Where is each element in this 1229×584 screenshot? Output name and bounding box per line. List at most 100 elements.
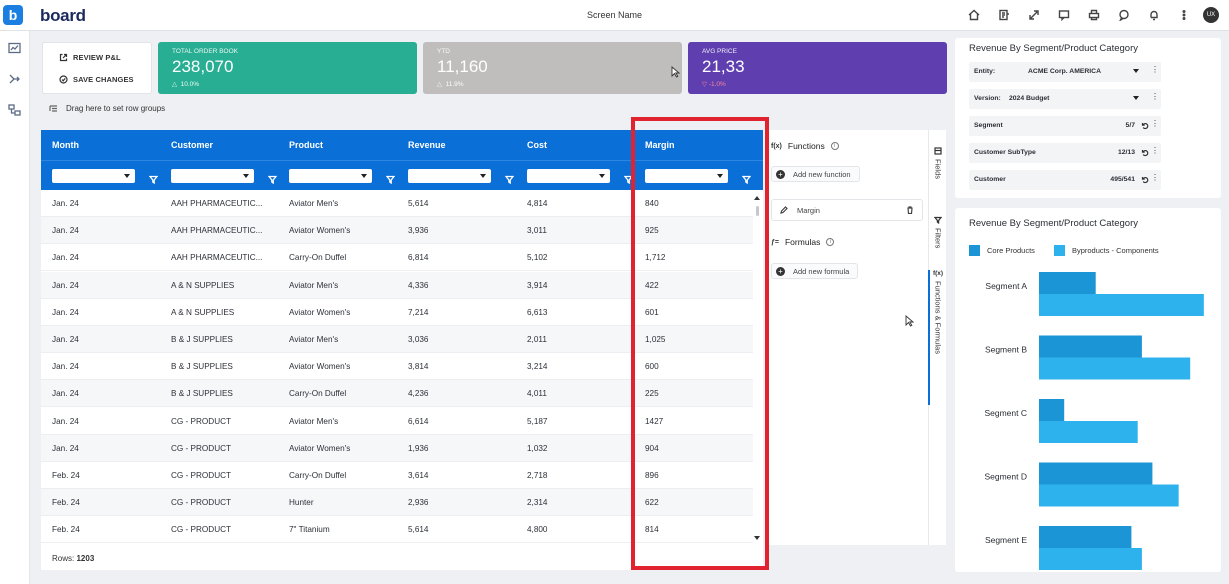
function-icon: f(x) — [771, 142, 782, 150]
kpi-card-total-order-book[interactable]: TOTAL ORDER BOOK 238,070 △ 10.0% — [158, 42, 417, 94]
filter-select-month[interactable] — [52, 169, 135, 183]
filter-icon[interactable] — [623, 171, 634, 185]
bar-core-products-segment-b[interactable] — [1039, 335, 1142, 358]
bar-core-products-segment-a[interactable] — [1039, 272, 1096, 294]
cell-month: Jan. 24 — [52, 199, 79, 208]
table-row[interactable]: Feb. 24 CG - PRODUCT Carry-On Duffel 3,614 2… — [41, 462, 753, 489]
table-row[interactable]: Jan. 24 AAH PHARMACEUTIC... Aviator Men's 5… — [41, 190, 753, 217]
table-row[interactable]: Jan. 24 A & N SUPPLIES Aviator Men's 4,336 3… — [41, 271, 753, 299]
selector-version[interactable]: Version: 2024 Budget ⋮ — [969, 89, 1161, 109]
info-icon[interactable]: i — [826, 238, 835, 246]
trash-icon[interactable] — [906, 206, 914, 216]
kpi-value: 238,070 — [172, 57, 234, 76]
scroll-down-arrow[interactable] — [754, 536, 760, 540]
column-header-margin[interactable]: Margin — [645, 140, 675, 150]
filter-icon[interactable] — [267, 171, 278, 185]
bar-core-products-segment-d[interactable] — [1039, 462, 1153, 485]
table-row[interactable]: Jan. 24 B & J SUPPLIES Carry-On Duffel 4,23… — [41, 380, 753, 408]
cell-cost: 2,718 — [527, 471, 548, 480]
more-vertical-icon[interactable]: ⋮ — [1151, 92, 1159, 101]
bar-byproducts-segment-e[interactable] — [1039, 548, 1142, 570]
more-vertical-icon[interactable]: ⋮ — [1151, 173, 1159, 182]
hierarchy-icon[interactable] — [8, 103, 21, 116]
bar-core-products-segment-c[interactable] — [1039, 399, 1065, 421]
bar-byproducts-segment-b[interactable] — [1039, 357, 1191, 380]
cell-customer: CG - PRODUCT — [171, 416, 232, 426]
flow-icon[interactable] — [8, 72, 21, 84]
info-icon[interactable]: i — [830, 142, 839, 150]
vertical-scrollbar-thumb[interactable] — [756, 206, 759, 216]
cell-product: Carry-On Duffel — [289, 389, 347, 399]
filter-icon[interactable] — [148, 171, 159, 185]
bar-byproducts-segment-c[interactable] — [1039, 421, 1138, 443]
table-row[interactable]: Jan. 24 AAH PHARMACEUTIC... Carry-On Duffe… — [41, 244, 753, 272]
selector-entity[interactable]: Entity: ACME Corp. AMERICA ⋮ — [969, 62, 1161, 82]
save-changes-button[interactable]: SAVE CHANGES — [59, 75, 134, 84]
more-vertical-icon[interactable]: ⋮ — [1151, 119, 1159, 128]
filter-select-revenue[interactable] — [408, 169, 491, 183]
column-header-product[interactable]: Product — [289, 140, 323, 150]
column-header-revenue[interactable]: Revenue — [408, 140, 446, 150]
check-circle-icon — [59, 75, 68, 84]
bar-byproducts-segment-d[interactable] — [1039, 484, 1179, 507]
reset-icon[interactable] — [1141, 122, 1149, 130]
expand-icon[interactable] — [1025, 6, 1043, 24]
cell-margin: 925 — [645, 226, 659, 236]
kpi-card-avg-price[interactable]: Avg Price 21,33 ▽ -1.0% — [688, 42, 947, 94]
tab-fields[interactable]: Fields — [929, 147, 947, 179]
reset-icon[interactable] — [1141, 149, 1149, 157]
row-group-dropzone[interactable]: Drag here to set row groups — [42, 104, 165, 113]
print-icon[interactable] — [1085, 6, 1103, 24]
scroll-up-arrow[interactable] — [754, 196, 760, 200]
row-count: Rows: 1203 — [52, 554, 95, 563]
kpi-value: 11,160 — [437, 57, 488, 76]
function-item-margin[interactable]: Margin — [771, 199, 923, 221]
add-formula-button[interactable]: + Add new formula — [771, 263, 859, 279]
table-row[interactable]: Jan. 24 B & J SUPPLIES Aviator Men's 3,036 2… — [41, 326, 753, 353]
table-row[interactable]: Jan. 24 CG - PRODUCT Aviator Women's 1,936 1… — [41, 434, 753, 462]
cell-revenue: 3,614 — [408, 471, 429, 480]
bar-byproducts-segment-a[interactable] — [1039, 294, 1204, 316]
filter-select-product[interactable] — [289, 169, 372, 183]
tab-functions-formulas[interactable]: f(x) Functions & Formulas — [928, 270, 947, 405]
more-vertical-icon[interactable]: ⋮ — [1151, 146, 1159, 155]
filter-icon[interactable] — [385, 171, 396, 185]
document-icon[interactable] — [995, 6, 1013, 24]
filter-icon[interactable] — [504, 171, 515, 185]
comment-icon[interactable] — [1055, 6, 1073, 24]
user-avatar[interactable]: UX — [1203, 7, 1219, 23]
filter-icon[interactable] — [741, 171, 752, 185]
reset-icon[interactable] — [1141, 176, 1149, 184]
more-vertical-icon[interactable] — [1175, 6, 1193, 24]
table-row[interactable]: Feb. 24 CG - PRODUCT Hunter 2,936 2,314 622 — [41, 489, 753, 517]
chat-icon[interactable] — [1115, 6, 1133, 24]
filter-select-cost[interactable] — [527, 169, 610, 183]
more-vertical-icon[interactable]: ⋮ — [1151, 65, 1159, 74]
bell-icon[interactable] — [1145, 6, 1163, 24]
add-function-button[interactable]: + Add new function — [771, 166, 860, 182]
column-header-cost[interactable]: Cost — [527, 140, 547, 150]
column-header-customer[interactable]: Customer — [171, 140, 213, 150]
dashboard-icon[interactable] — [8, 41, 21, 54]
selector-segment[interactable]: Segment 5/7 ⋮ — [969, 116, 1161, 136]
grid-filter-row — [41, 160, 763, 190]
review-pl-button[interactable]: REVIEW P&L — [59, 53, 121, 62]
selector-customer-subtype[interactable]: Customer SubType 12/13 ⋮ — [969, 143, 1161, 163]
bar-core-products-segment-e[interactable] — [1039, 526, 1132, 548]
cell-product: Aviator Women's — [289, 362, 351, 372]
cell-month: Feb. 24 — [52, 471, 80, 480]
app-launcher-button[interactable]: b — [3, 5, 23, 25]
table-row[interactable]: Jan. 24 CG - PRODUCT Aviator Men's 6,614 5,1… — [41, 408, 753, 435]
table-row[interactable]: Jan. 24 B & J SUPPLIES Aviator Women's 3,81… — [41, 353, 753, 381]
filter-select-customer[interactable] — [171, 169, 254, 183]
column-header-month[interactable]: Month — [52, 140, 79, 150]
table-row[interactable]: Jan. 24 A & N SUPPLIES Aviator Women's 7,21… — [41, 299, 753, 326]
cell-revenue: 1,936 — [408, 443, 429, 453]
selector-customer[interactable]: Customer 495/541 ⋮ — [969, 170, 1161, 190]
filter-select-margin[interactable] — [645, 169, 728, 183]
table-row[interactable]: Jan. 24 AAH PHARMACEUTIC... Aviator Women'… — [41, 217, 753, 245]
tab-filters[interactable]: Filters — [929, 216, 947, 248]
home-icon[interactable] — [965, 6, 983, 24]
table-row[interactable]: Feb. 24 CG - PRODUCT 7" Titanium 5,614 4,800… — [41, 516, 753, 544]
kpi-card-ytd[interactable]: YTD 11,160 △ 11.9% — [423, 42, 682, 94]
